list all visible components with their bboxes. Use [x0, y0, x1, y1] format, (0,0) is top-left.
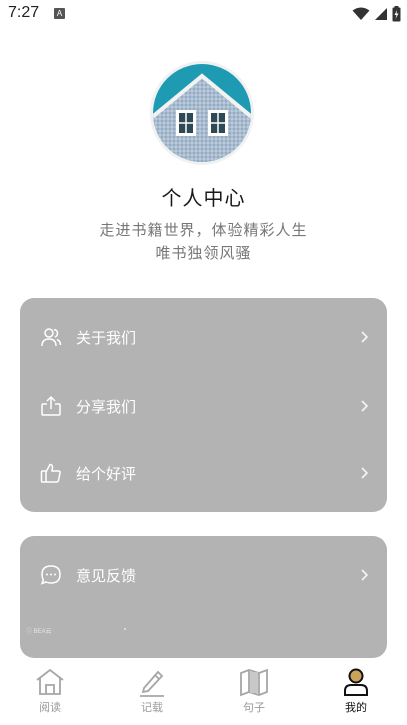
- signal-icon: [375, 8, 387, 20]
- chat-icon: [40, 565, 61, 585]
- menu-item-share[interactable]: 分享我们: [20, 386, 387, 426]
- menu-item-rate[interactable]: 给个好评: [20, 453, 387, 493]
- notification-a-icon: A: [54, 8, 65, 19]
- chevron-right-icon: [361, 467, 369, 479]
- status-bar: 7:27 A: [0, 0, 407, 30]
- ad-label: ⓘ BEA云: [26, 629, 52, 635]
- tab-label: 我的: [345, 701, 367, 714]
- wifi-icon: [352, 7, 370, 20]
- menu-item-about[interactable]: 关于我们: [20, 317, 387, 357]
- menu-item-feedback[interactable]: 意见反馈: [20, 555, 387, 595]
- subtitle-line-2: 唯书独领风骚: [155, 244, 252, 262]
- tab-label: 阅读: [39, 701, 61, 714]
- avatar-image: [153, 64, 251, 162]
- menu-card: 关于我们 分享我们 给个好评: [20, 298, 387, 512]
- tab-mine[interactable]: 我的: [326, 666, 386, 715]
- menu-item-label: 给个好评: [76, 464, 137, 483]
- chevron-right-icon: [361, 400, 369, 412]
- tab-label: 记载: [141, 701, 163, 714]
- status-time: 7:27: [8, 4, 40, 21]
- feedback-card: 意见反馈 ⓘ BEA云: [20, 536, 387, 658]
- tab-read[interactable]: 阅读: [20, 666, 80, 715]
- chevron-right-icon: [361, 569, 369, 581]
- subtitle-line-1: 走进书籍世界，体验精彩人生: [99, 221, 308, 239]
- pen-icon: [140, 670, 164, 697]
- tab-label: 句子: [243, 701, 265, 714]
- dot-mark: [124, 628, 126, 630]
- user-icon: [344, 668, 368, 696]
- thumbs-up-icon: [40, 463, 61, 483]
- avatar[interactable]: [153, 64, 251, 162]
- page-title: 个人中心: [161, 186, 246, 210]
- battery-icon: [392, 6, 401, 22]
- menu-item-label: 意见反馈: [76, 566, 137, 585]
- home-icon: [36, 668, 64, 695]
- chevron-right-icon: [361, 331, 369, 343]
- menu-item-label: 关于我们: [76, 328, 137, 347]
- tab-record[interactable]: 记载: [122, 666, 182, 715]
- share-icon: [41, 395, 61, 416]
- menu-item-label: 分享我们: [76, 397, 137, 416]
- status-icons: [352, 6, 401, 22]
- people-icon: [41, 328, 62, 347]
- map-icon: [240, 668, 268, 697]
- tab-sentence[interactable]: 句子: [224, 666, 284, 715]
- tab-bar: 阅读 记载 句子 我的: [0, 660, 407, 725]
